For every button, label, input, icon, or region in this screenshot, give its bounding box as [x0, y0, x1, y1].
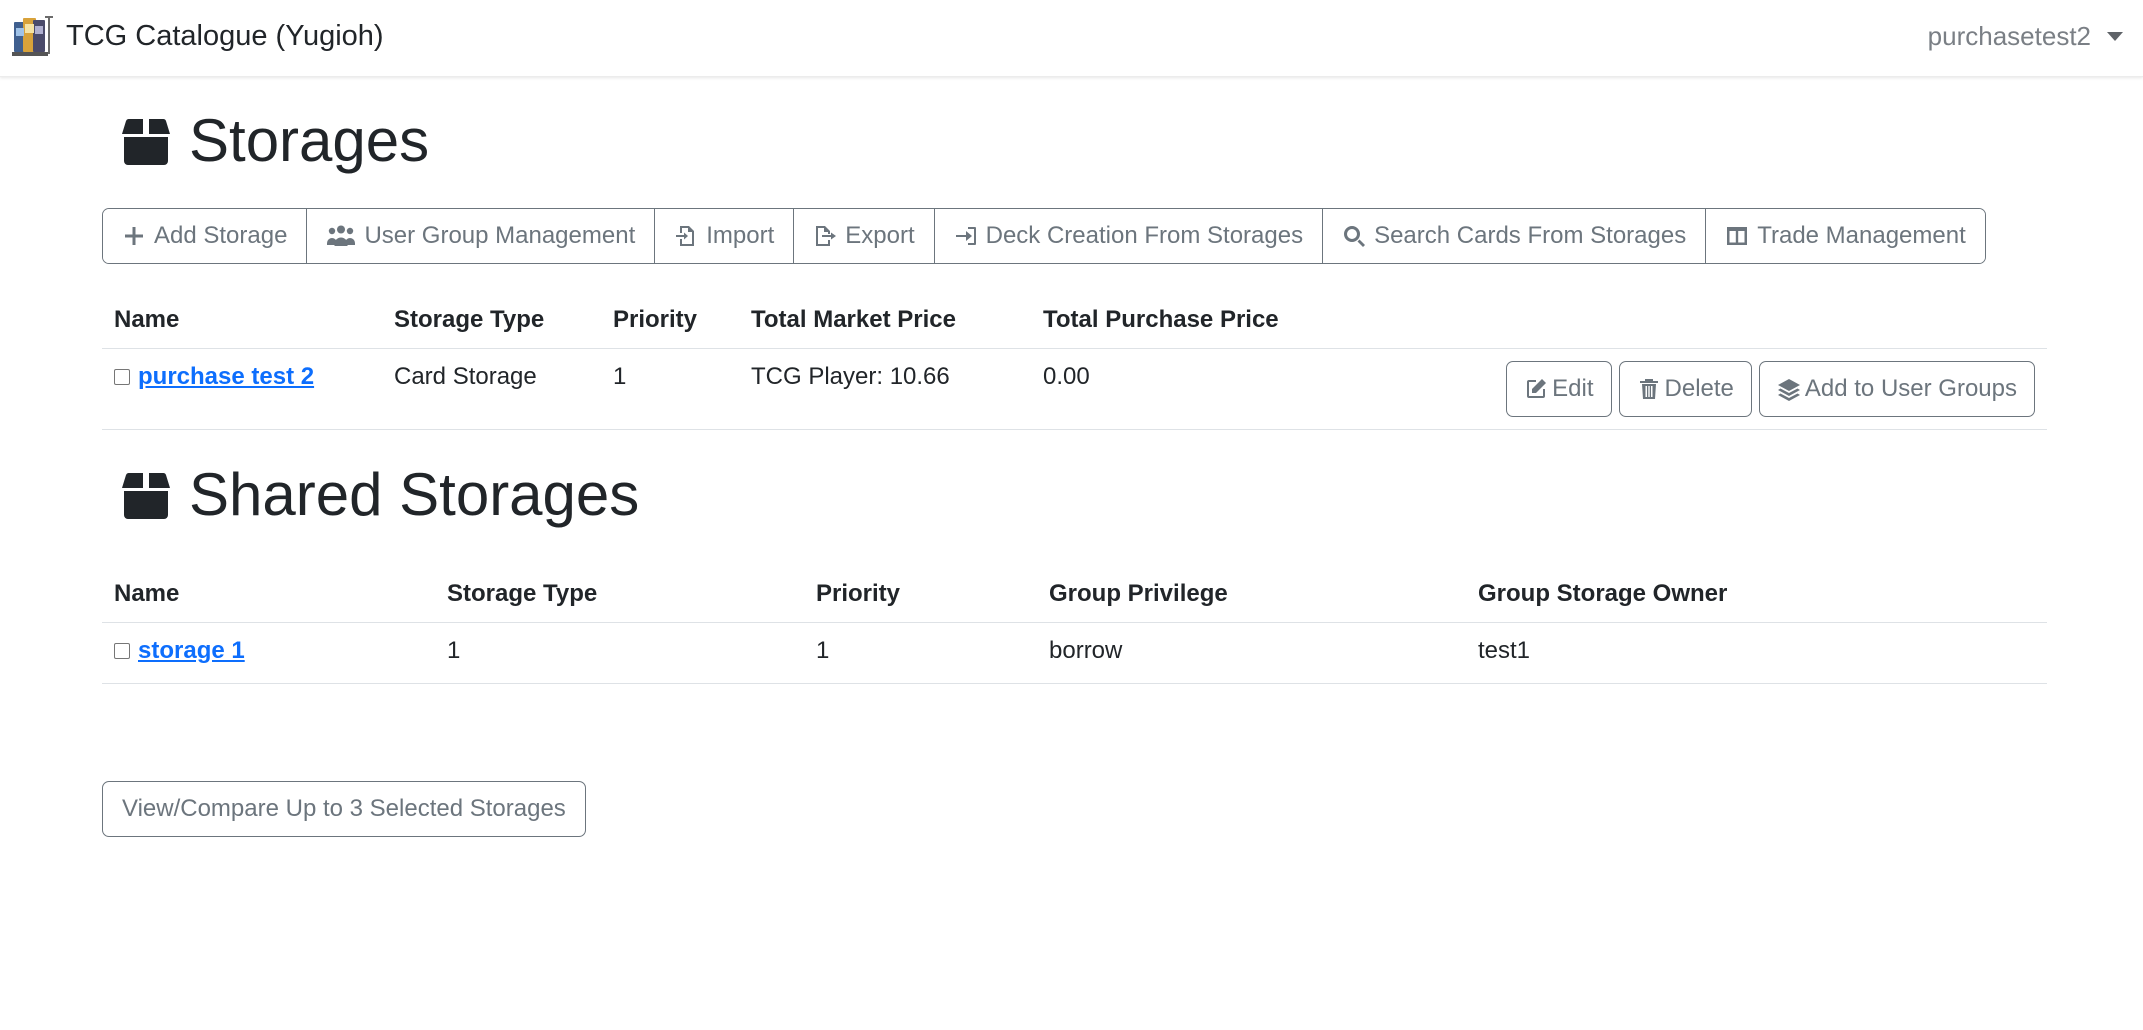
export-button[interactable]: Export [794, 209, 935, 263]
add-storage-button[interactable]: Add Storage [103, 209, 308, 263]
storage-toolbar: Add Storage User Group Management Import… [102, 208, 1986, 264]
shared-storages-table: Name Storage Type Priority Group Privile… [102, 566, 2047, 684]
storages-heading: Storages [120, 111, 429, 171]
deck-creation-button[interactable]: Deck Creation From Storages [934, 209, 1324, 263]
brand[interactable]: TCG Catalogue (Yugioh) [12, 12, 384, 60]
storage-type-cell: Card Storage [382, 348, 601, 430]
page-title: Storages [189, 107, 430, 174]
username: purchasetest2 [1927, 20, 2091, 51]
table-row: purchase test 2 Card Storage 1 TCG Playe… [102, 348, 2047, 430]
file-export-icon [816, 226, 837, 246]
shared-storages-heading: Shared Storages [120, 465, 639, 525]
column-header-group-owner: Group Storage Owner [1466, 566, 2047, 623]
row-checkbox[interactable] [114, 642, 130, 659]
storage-type-cell: 1 [435, 622, 804, 684]
edit-button[interactable]: Edit [1506, 360, 1612, 417]
group-privilege-cell: borrow [1037, 622, 1466, 684]
compare-storages-button[interactable]: View/Compare Up to 3 Selected Storages [102, 781, 586, 837]
column-header-storage-type: Storage Type [382, 292, 601, 349]
columns-icon [1727, 227, 1748, 245]
table-row: storage 1 1 1 borrow test1 [102, 622, 2047, 684]
column-header-purchase-price: Total Purchase Price [1031, 292, 1451, 349]
group-owner-cell: test1 [1466, 622, 2047, 684]
trash-icon [1639, 378, 1658, 399]
purchase-price-cell: 0.00 [1031, 348, 1451, 430]
column-header-market-price: Total Market Price [739, 292, 1031, 349]
storages-table: Name Storage Type Priority Total Market … [102, 292, 2047, 430]
box-icon [122, 472, 170, 519]
user-group-management-button[interactable]: User Group Management [307, 209, 656, 263]
column-header-name: Name [102, 292, 382, 349]
add-to-user-groups-button[interactable]: Add to User Groups [1758, 360, 2035, 417]
edit-icon [1527, 378, 1547, 398]
table-header-row: Name Storage Type Priority Group Privile… [102, 566, 2047, 623]
column-header-actions [1451, 292, 2047, 349]
plus-icon [125, 227, 143, 245]
search-icon [1344, 226, 1366, 247]
sign-in-arrow-icon [955, 227, 976, 245]
priority-cell: 1 [804, 622, 1037, 684]
users-icon [327, 225, 356, 246]
market-price-cell: TCG Player: 10.66 [739, 348, 1031, 430]
tcg-logo-icon [12, 16, 53, 56]
layers-icon [1777, 378, 1800, 401]
delete-button[interactable]: Delete [1618, 360, 1752, 417]
column-header-priority: Priority [804, 566, 1037, 623]
import-button[interactable]: Import [655, 209, 795, 263]
trade-management-button[interactable]: Trade Management [1706, 209, 1985, 263]
box-icon [122, 118, 170, 165]
column-header-storage-type: Storage Type [435, 566, 804, 623]
row-actions: Edit Delete Add to User Groups [1463, 360, 2035, 417]
column-header-priority: Priority [601, 292, 739, 349]
priority-cell: 1 [601, 348, 739, 430]
brand-title: TCG Catalogue (Yugioh) [66, 19, 384, 52]
storage-name-link[interactable]: purchase test 2 [138, 363, 314, 390]
row-checkbox[interactable] [114, 368, 130, 385]
user-menu-dropdown[interactable]: purchasetest2 [1928, 18, 2123, 54]
column-header-group-privilege: Group Privilege [1037, 566, 1466, 623]
navbar: TCG Catalogue (Yugioh) purchasetest2 [0, 0, 2143, 77]
column-header-name: Name [102, 566, 435, 623]
caret-down-icon [2107, 31, 2123, 41]
section-title: Shared Storages [189, 461, 640, 528]
search-cards-button[interactable]: Search Cards From Storages [1323, 209, 1707, 263]
storage-name-link[interactable]: storage 1 [138, 637, 245, 664]
file-import-icon [676, 226, 695, 246]
table-header-row: Name Storage Type Priority Total Market … [102, 292, 2047, 349]
